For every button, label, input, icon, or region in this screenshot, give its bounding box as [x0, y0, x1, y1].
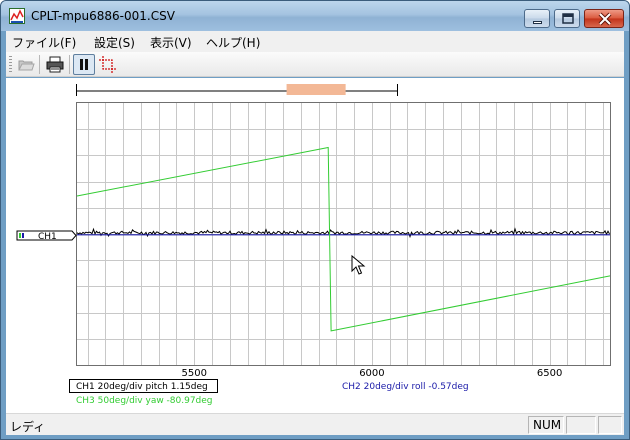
pause-icon: [80, 59, 88, 70]
print-button[interactable]: [44, 54, 66, 75]
overview-window[interactable]: [286, 84, 346, 95]
legend-ch3: CH3 50deg/div yaw -80.97deg: [76, 396, 213, 406]
chart-area[interactable]: 5500 6000 6500 CH1 CH1 20deg/div pitch 1.1…: [6, 78, 624, 413]
ch3-marker-tick: [19, 233, 21, 238]
minimize-icon: [533, 21, 542, 24]
series-line-ch3: [76, 146, 611, 332]
mouse-pointer-icon: [351, 254, 366, 275]
toolbar: [6, 52, 624, 77]
crop-button[interactable]: [97, 54, 119, 75]
chart-canvas[interactable]: 5500 6000 6500 CH1 CH1 20deg/div pitch 1.1…: [6, 78, 624, 413]
channel-marker-label: CH1: [38, 232, 57, 242]
status-bar: レディ NUM: [6, 413, 624, 435]
app-chart-icon: [9, 8, 25, 24]
x-tick-labels: 5500 6000 6500: [182, 368, 563, 379]
open-button[interactable]: [15, 54, 37, 75]
series-line-ch1: [76, 227, 610, 239]
toolbar-separator: [39, 55, 40, 74]
channel-marker-ch1[interactable]: CH1: [16, 230, 77, 242]
ch2-marker-tick: [22, 233, 24, 238]
crop-icon: [99, 56, 116, 73]
legend-ch1: CH1 20deg/div pitch 1.15deg: [76, 382, 208, 392]
x-tick-label: 5500: [182, 368, 207, 379]
legend-ch2: CH2 20deg/div roll -0.57deg: [342, 382, 469, 392]
status-text: レディ: [10, 420, 46, 434]
pause-button[interactable]: [73, 54, 95, 75]
close-icon: [598, 12, 612, 26]
maximize-icon: [562, 13, 574, 24]
open-folder-icon: [18, 60, 35, 71]
menu-help[interactable]: ヘルプ(H): [206, 34, 260, 51]
series-layer: [76, 146, 611, 332]
x-tick-label: 6000: [359, 368, 384, 379]
status-panel-empty: [566, 416, 596, 434]
legend: CH1 20deg/div pitch 1.15deg CH2 20deg/di…: [69, 379, 469, 406]
menu-file[interactable]: ファイル(F): [12, 34, 76, 51]
toolbar-separator: [69, 55, 70, 74]
scroll-overview[interactable]: [76, 84, 398, 96]
menu-settings[interactable]: 設定(S): [94, 34, 135, 51]
minimize-button[interactable]: [524, 9, 550, 28]
menu-view[interactable]: 表示(V): [150, 34, 192, 51]
window-title: CPLT-mpu6886-001.CSV: [31, 9, 175, 23]
title-bar[interactable]: CPLT-mpu6886-001.CSV: [1, 1, 629, 31]
close-button[interactable]: [584, 9, 624, 28]
menu-bar: ファイル(F) 設定(S) 表示(V) ヘルプ(H): [6, 31, 624, 52]
num-lock-indicator: NUM: [528, 416, 564, 434]
print-icon: [46, 56, 64, 73]
status-panel-empty: [598, 416, 622, 434]
maximize-button[interactable]: [554, 9, 580, 28]
toolbar-grip[interactable]: [9, 56, 12, 73]
x-tick-label: 6500: [537, 368, 562, 379]
app-window: CPLT-mpu6886-001.CSV ファイル(F) 設定(S) 表示(V)…: [0, 0, 630, 440]
